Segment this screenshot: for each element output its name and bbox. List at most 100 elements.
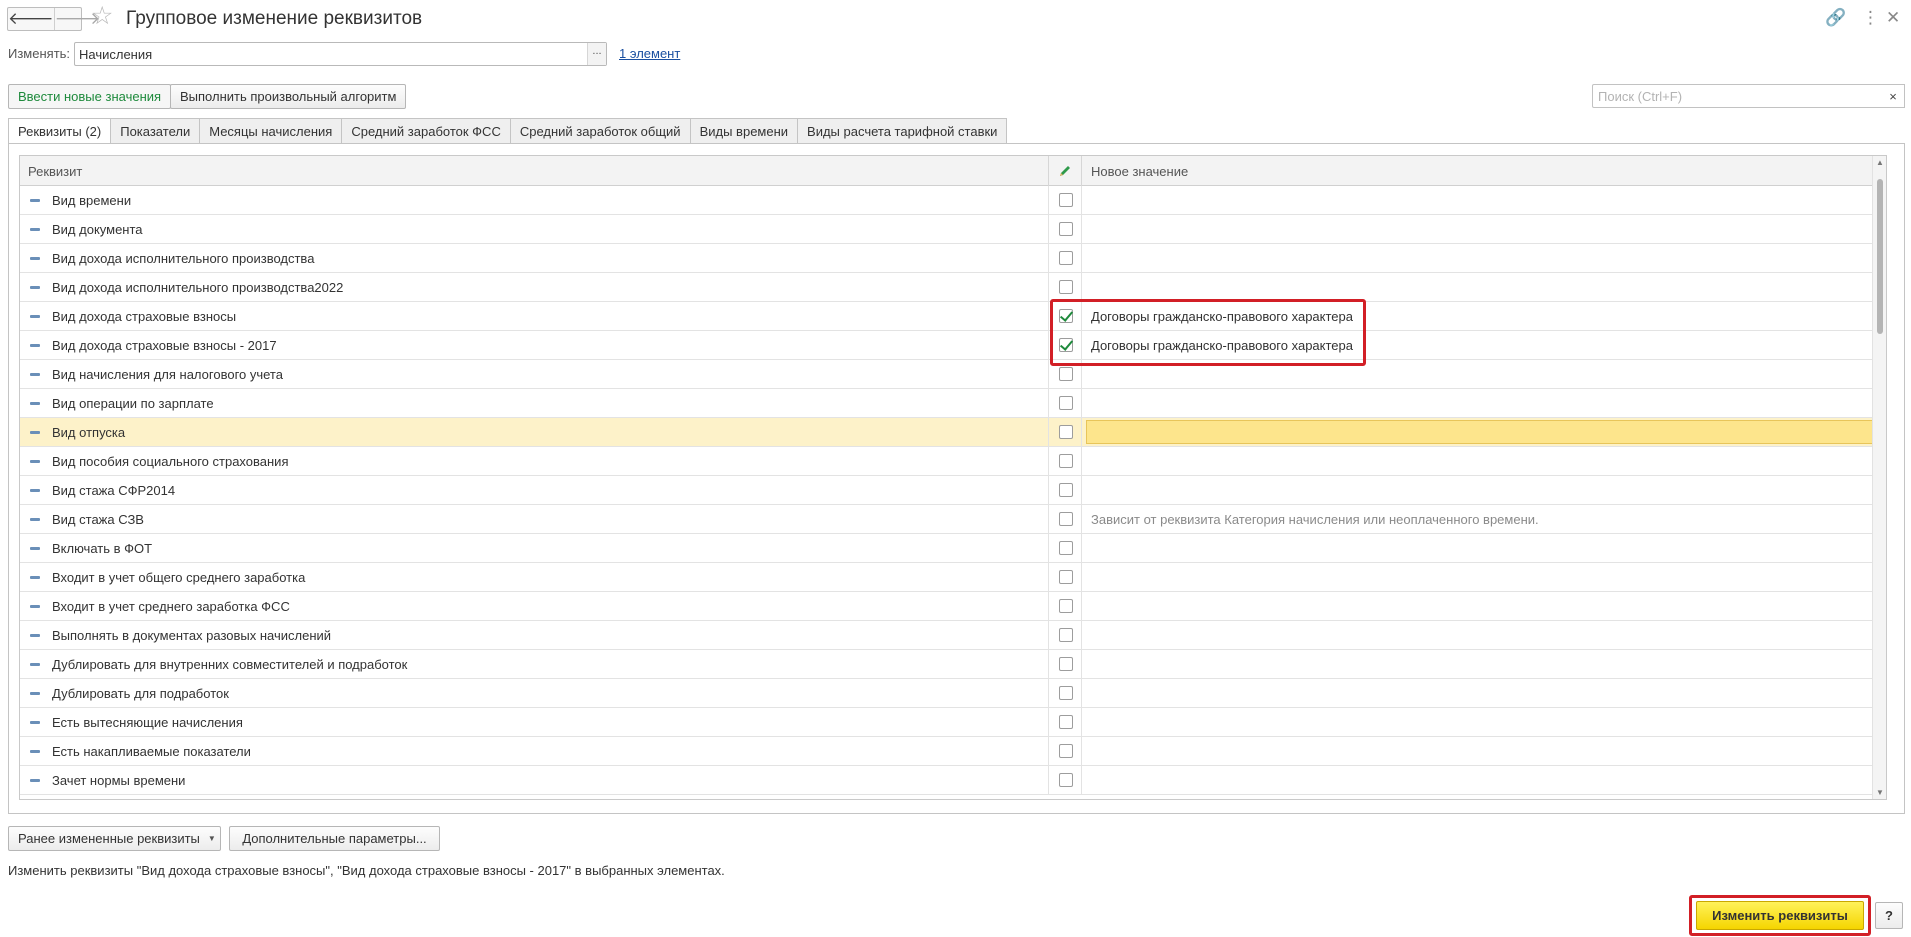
- new-values-button[interactable]: Ввести новые значения: [8, 84, 171, 109]
- attribute-marker-icon: [30, 286, 40, 289]
- edit-checkbox[interactable]: [1059, 454, 1073, 468]
- change-label: Изменять:: [8, 46, 71, 61]
- edit-checkbox-cell: [1048, 389, 1082, 417]
- edit-checkbox-cell: [1048, 708, 1082, 736]
- edit-checkbox[interactable]: [1059, 628, 1073, 642]
- attribute-name: Вид дохода исполнительного производства: [52, 251, 315, 266]
- scrollbar-thumb[interactable]: [1877, 179, 1883, 334]
- edit-checkbox[interactable]: [1059, 773, 1073, 787]
- tab-avg-earnings-fss[interactable]: Средний заработок ФСС: [342, 118, 511, 144]
- table-row[interactable]: Вид начисления для налогового учета: [20, 360, 1884, 389]
- edit-checkbox[interactable]: [1059, 657, 1073, 671]
- previous-attributes-button[interactable]: Ранее измененные реквизиты ▼: [8, 826, 221, 851]
- table-row[interactable]: Вид отпуска: [20, 418, 1884, 447]
- column-header-attribute[interactable]: Реквизит: [28, 164, 82, 179]
- attribute-name: Вид стажа СЗВ: [52, 512, 144, 527]
- edit-checkbox[interactable]: [1059, 483, 1073, 497]
- attribute-marker-icon: [30, 605, 40, 608]
- attribute-name: Вид стажа СФР2014: [52, 483, 176, 498]
- edit-checkbox[interactable]: [1059, 599, 1073, 613]
- edit-checkbox-cell: [1048, 737, 1082, 765]
- edit-checkbox[interactable]: [1059, 396, 1073, 410]
- table-row[interactable]: Выполнять в документах разовых начислени…: [20, 621, 1884, 650]
- new-value-editor[interactable]: [1086, 420, 1880, 444]
- edit-checkbox[interactable]: [1059, 715, 1073, 729]
- tab-indicators[interactable]: Показатели: [111, 118, 201, 144]
- search-clear-icon[interactable]: ×: [1882, 84, 1905, 108]
- edit-checkbox[interactable]: [1059, 251, 1073, 265]
- dropdown-arrow-icon: ▼: [207, 834, 216, 843]
- attribute-marker-icon: [30, 373, 40, 376]
- attribute-marker-icon: [30, 431, 40, 434]
- table-row[interactable]: Есть вытесняющие начисления: [20, 708, 1884, 737]
- edit-checkbox[interactable]: [1059, 367, 1073, 381]
- edit-checkbox[interactable]: [1059, 193, 1073, 207]
- edit-checkbox-cell: [1048, 447, 1082, 475]
- tab-attributes[interactable]: Реквизиты (2): [8, 118, 112, 144]
- scroll-down-icon[interactable]: ▼: [1873, 788, 1886, 797]
- apply-changes-button[interactable]: Изменить реквизиты: [1696, 901, 1864, 930]
- table-row[interactable]: Включать в ФОТ: [20, 534, 1884, 563]
- tab-time-types[interactable]: Виды времени: [690, 118, 799, 144]
- more-menu-icon[interactable]: ⋮: [1862, 8, 1879, 28]
- scroll-up-icon[interactable]: ▲: [1873, 158, 1886, 167]
- back-arrow-icon[interactable]: 🡐: [8, 8, 54, 30]
- column-header-edit[interactable]: [1048, 156, 1082, 186]
- table-header: Реквизит Новое значение: [20, 156, 1884, 186]
- table-row[interactable]: Входит в учет среднего заработка ФСС: [20, 592, 1884, 621]
- choose-button[interactable]: ...: [587, 43, 606, 65]
- attribute-name: Вид дохода страховые взносы: [52, 309, 237, 324]
- attribute-marker-icon: [30, 721, 40, 724]
- table-row[interactable]: Зачет нормы времени: [20, 766, 1884, 795]
- attribute-name: Зачет нормы времени: [52, 773, 186, 788]
- run-algorithm-button[interactable]: Выполнить произвольный алгоритм: [170, 84, 406, 109]
- table-row[interactable]: Вид дохода страховые взносы - 2017 Догово…: [20, 331, 1884, 360]
- close-icon[interactable]: ✕: [1886, 8, 1900, 28]
- edit-checkbox[interactable]: [1059, 222, 1073, 236]
- edit-checkbox[interactable]: [1059, 425, 1073, 439]
- table-row[interactable]: Вид дохода исполнительного производства: [20, 244, 1884, 273]
- attributes-table: Реквизит Новое значение Вид времени Вид д…: [19, 155, 1887, 800]
- table-row[interactable]: Вид документа: [20, 215, 1884, 244]
- table-row[interactable]: Дублировать для подработок: [20, 679, 1884, 708]
- edit-checkbox[interactable]: [1059, 512, 1073, 526]
- selected-elements-link[interactable]: 1 элемент: [619, 46, 680, 61]
- object-type-field[interactable]: Начисления: [74, 42, 607, 66]
- attribute-marker-icon: [30, 663, 40, 666]
- attribute-marker-icon: [30, 576, 40, 579]
- edit-checkbox[interactable]: [1059, 541, 1073, 555]
- table-row[interactable]: Вид стажа СФР2014: [20, 476, 1884, 505]
- edit-checkbox-cell: [1048, 563, 1082, 591]
- table-row[interactable]: Входит в учет общего среднего заработка: [20, 563, 1884, 592]
- help-button[interactable]: ?: [1875, 902, 1903, 929]
- table-row[interactable]: Вид стажа СЗВ Зависит от реквизита Катего…: [20, 505, 1884, 534]
- attribute-name: Входит в учет среднего заработка ФСС: [52, 599, 290, 614]
- attribute-name: Вид дохода страховые взносы - 2017: [52, 338, 277, 353]
- star-icon[interactable]: ☆: [91, 4, 113, 29]
- table-row[interactable]: Вид пособия социального страхования: [20, 447, 1884, 476]
- attribute-name: Вид пособия социального страхования: [52, 454, 289, 469]
- column-header-new-value[interactable]: Новое значение: [1091, 164, 1188, 179]
- tab-rate-calc-types[interactable]: Виды расчета тарифной ставки: [798, 118, 1008, 144]
- vertical-scrollbar[interactable]: ▲ ▼: [1872, 156, 1886, 799]
- attribute-name: Дублировать для внутренних совместителей…: [52, 657, 408, 672]
- edit-checkbox[interactable]: [1059, 744, 1073, 758]
- attribute-name: Вид документа: [52, 222, 143, 237]
- table-row[interactable]: Есть накапливаемые показатели: [20, 737, 1884, 766]
- extra-params-button[interactable]: Дополнительные параметры...: [229, 826, 440, 851]
- edit-checkbox[interactable]: [1059, 280, 1073, 294]
- table-row[interactable]: Вид операции по зарплате: [20, 389, 1884, 418]
- table-row[interactable]: Вид дохода страховые взносы Договоры граж…: [20, 302, 1884, 331]
- attribute-name: Включать в ФОТ: [52, 541, 153, 556]
- table-row[interactable]: Вид времени: [20, 186, 1884, 215]
- attribute-marker-icon: [30, 779, 40, 782]
- edit-checkbox[interactable]: [1059, 570, 1073, 584]
- tab-avg-earnings-general[interactable]: Средний заработок общий: [510, 118, 691, 144]
- edit-checkbox-cell: [1048, 505, 1082, 533]
- tab-accrual-months[interactable]: Месяцы начисления: [200, 118, 343, 144]
- link-icon[interactable]: 🔗: [1825, 8, 1846, 28]
- table-row[interactable]: Дублировать для внутренних совместителей…: [20, 650, 1884, 679]
- edit-checkbox[interactable]: [1059, 686, 1073, 700]
- search-input[interactable]: Поиск (Ctrl+F): [1592, 84, 1884, 108]
- table-row[interactable]: Вид дохода исполнительного производства2…: [20, 273, 1884, 302]
